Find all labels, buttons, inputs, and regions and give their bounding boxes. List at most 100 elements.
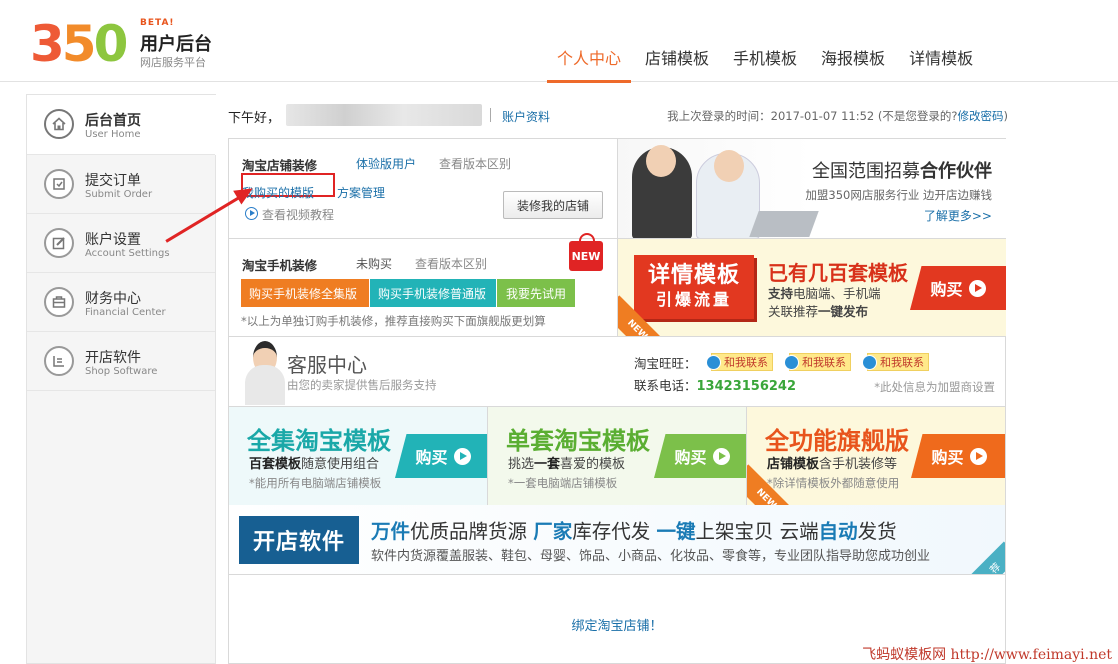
sidebar-item-account-settings[interactable]: 账户设置 Account Settings [27, 214, 215, 273]
buy-full-button[interactable]: 购买 [395, 434, 487, 478]
sidebar-item-sublabel: Shop Software [85, 366, 158, 377]
nav-shop-templates[interactable]: 店铺模板 [635, 0, 719, 82]
buy-label: 购买 [931, 448, 964, 467]
sidebar-item-user-home[interactable]: 后台首页 User Home [27, 95, 215, 155]
play-arrow-icon [968, 279, 986, 297]
play-arrow-icon [453, 447, 471, 465]
sidebar-item-sublabel: User Home [85, 129, 141, 140]
trial-user-link[interactable]: 体验版用户 [356, 155, 416, 172]
partner-title-bold: 合作伙伴 [920, 161, 992, 182]
nav-personal-center[interactable]: 个人中心 [547, 0, 632, 83]
nav-detail-templates[interactable]: 详情模板 [899, 0, 983, 82]
play-icon [245, 207, 258, 220]
buy-mobile-full-button[interactable]: 购买手机装修全集版 [241, 279, 369, 307]
software-banner[interactable]: 开店软件 万件优质品牌货源 厂家库存代发 一键上架宝贝 云端自动发货 软件内货源… [229, 505, 1005, 575]
phone-info: 联系电话：13423156242 [634, 375, 796, 394]
headline-part: 发货 [857, 520, 897, 543]
service-title: 客服中心 [287, 353, 367, 377]
software-badge: 开店软件 [239, 516, 359, 564]
sidebar-item-sublabel: Financial Center [85, 307, 166, 318]
partner-subtitle: 加盟350网店服务行业 边开店边赚钱 [805, 188, 992, 202]
tel-label: 联系电话： [634, 378, 697, 393]
last-login-info: 我上次登录的时间：2017-01-07 11:52 (不是您登录的?修改密码) [667, 108, 1008, 124]
card-note: *一套电脑端店铺模板 [508, 476, 618, 490]
recommend-corner: 荐 [968, 541, 1005, 574]
watermark: 飞蚂蚁模板网 http://www.feimayi.net [862, 647, 1112, 663]
change-password-link[interactable]: 修改密码 [958, 109, 1004, 123]
software-headline: 万件优质品牌货源 厂家库存代发 一键上架宝贝 云端自动发货 [371, 515, 897, 544]
detail-template-badge: 详情模板 引爆流量 [634, 255, 754, 319]
logo[interactable]: 350 BETA! 用户后台 网店服务平台 [30, 16, 220, 72]
mobile-status: 未购买 [356, 257, 393, 271]
account-info-link[interactable]: 账户资料 [502, 108, 550, 125]
sidebar-item-financial-center[interactable]: 财务中心 Financial Center [27, 273, 215, 332]
buy-detail-button[interactable]: 购买 [910, 266, 1006, 310]
buy-label: 购买 [674, 448, 707, 467]
decorate-shop-button[interactable]: 装修我的店铺 [503, 191, 603, 219]
buy-flagship-button[interactable]: 购买 [911, 434, 1005, 478]
trial-first-button[interactable]: 我要先试用 [497, 279, 575, 307]
wangwang-icon [784, 354, 799, 370]
sidebar-item-shop-software[interactable]: 开店软件 Shop Software [27, 332, 215, 391]
play-arrow-icon [969, 447, 987, 465]
contact-me-button[interactable]: 和我联系 [862, 353, 929, 371]
detail-promo-line2: 关联推荐一键发布 [768, 301, 868, 320]
sidebar-item-label: 后台首页 [85, 113, 141, 129]
greeting-text: 下午好， [228, 111, 281, 126]
last-login-text: 我上次登录的时间：2017-01-07 11:52 (不是您登录的? [667, 109, 958, 123]
wallet-icon [44, 287, 74, 317]
main-panel: 淘宝店铺装修 体验版用户 查看版本区别 我购买的模版 方案管理 查看视频教程 装… [228, 138, 1006, 664]
card-full-templates[interactable]: 全集淘宝模板 百套模板随意使用组合 *能用所有电脑端店铺模板 购买 [229, 407, 488, 505]
card-title: 单套淘宝模板 [506, 427, 650, 455]
card-desc-bold: 店铺模板 [767, 457, 820, 472]
bind-taobao-shop-link[interactable]: 绑定淘宝店铺！ [229, 615, 1005, 634]
top-header: 350 BETA! 用户后台 网店服务平台 个人中心 店铺模板 手机模板 海报模… [0, 0, 1118, 83]
card-note: *除详情模板外都随意使用 [767, 476, 900, 490]
sidebar: 后台首页 User Home 提交订单 Submit Order 账户设置 Ac… [26, 94, 216, 664]
card-desc: 百套模板随意使用组合 [249, 453, 379, 472]
line2-pre: 关联推荐 [768, 304, 819, 319]
card-desc: 挑选一套喜爱的模板 [508, 453, 625, 472]
order-icon [44, 169, 74, 199]
plan-manage-link[interactable]: 方案管理 [337, 184, 385, 201]
home-icon [44, 109, 74, 139]
buy-single-button[interactable]: 购买 [654, 434, 746, 478]
video-tutorial-link[interactable]: 查看视频教程 [262, 206, 334, 223]
mobile-compare-link[interactable]: 查看版本区别 [415, 255, 487, 272]
row-shop: 淘宝店铺装修 体验版用户 查看版本区别 我购买的模版 方案管理 查看视频教程 装… [229, 139, 1006, 239]
headline-part: 一键 [656, 520, 696, 543]
welcome-bar: 下午好， 账户资料 我上次登录的时间：2017-01-07 11:52 (不是您… [228, 104, 1008, 128]
wangwang-icon [706, 354, 721, 370]
detail-promo-line1: 支持电脑端、手机端 [768, 283, 881, 302]
sidebar-item-label: 开店软件 [85, 350, 141, 366]
compare-versions-link[interactable]: 查看版本区别 [439, 155, 511, 172]
shop-decor-box: 淘宝店铺装修 体验版用户 查看版本区别 我购买的模版 方案管理 查看视频教程 装… [229, 139, 618, 239]
tel-number: 13423156242 [696, 379, 797, 394]
nav-mobile-templates[interactable]: 手机模板 [723, 0, 807, 82]
card-note: *能用所有电脑端店铺模板 [249, 476, 382, 490]
contact-me-button[interactable]: 和我联系 [706, 353, 773, 371]
learn-more-link[interactable]: 了解更多>> [924, 207, 992, 224]
shop-decor-title: 淘宝店铺装修 [242, 158, 318, 173]
nav-poster-templates[interactable]: 海报模板 [811, 0, 895, 82]
contact-label: 和我联系 [802, 356, 846, 369]
line1-rest: 电脑端、手机端 [793, 286, 881, 301]
card-desc-rest: 含手机装修等 [819, 457, 898, 472]
card-desc-bold: 百套模板 [249, 457, 302, 472]
play-arrow-icon [712, 447, 730, 465]
contact-me-button[interactable]: 和我联系 [784, 353, 851, 371]
sidebar-item-label: 财务中心 [85, 291, 141, 307]
row-service: 客服中心 由您的卖家提供售后服务支持 淘宝旺旺： 和我联系 和我联系 和我联系 … [229, 337, 1005, 407]
sidebar-item-submit-order[interactable]: 提交订单 Submit Order [27, 155, 215, 214]
card-title: 全功能旗舰版 [765, 427, 909, 455]
blurred-username [286, 104, 482, 126]
partner-banner[interactable]: 全国范围招募合作伙伴 加盟350网店服务行业 边开店边赚钱 了解更多>> [618, 139, 1006, 239]
detail-template-promo[interactable]: 详情模板 引爆流量 已有几百套模板 支持电脑端、手机端 关联推荐一键发布 购买 … [618, 239, 1006, 337]
card-single-template[interactable]: 单套淘宝模板 挑选一套喜爱的模板 *一套电脑端店铺模板 购买 [488, 407, 747, 505]
shop-icon [44, 346, 74, 376]
card-flagship[interactable]: 全功能旗舰版 店铺模板含手机装修等 *除详情模板外都随意使用 购买 NEW [747, 407, 1005, 505]
line2-bold: 一键发布 [818, 304, 869, 319]
buy-mobile-normal-button[interactable]: 购买手机装修普通版 [370, 279, 496, 307]
mobile-decor-title: 淘宝手机装修 [242, 258, 318, 273]
service-agent-image [243, 341, 287, 405]
